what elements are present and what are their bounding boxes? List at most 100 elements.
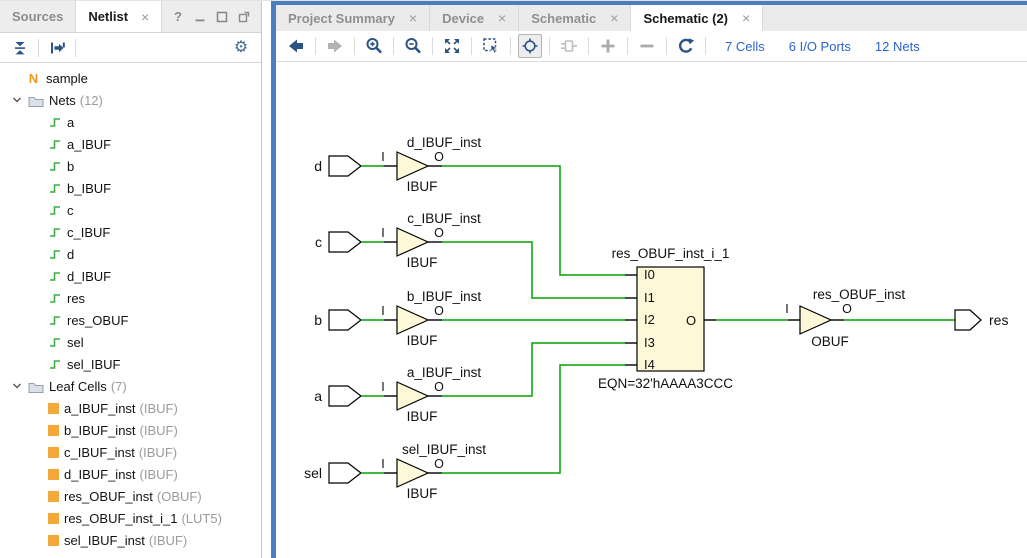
goto-selected-icon[interactable] <box>45 36 69 60</box>
schematic-canvas[interactable]: dIOd_IBUF_instIBUFcIOc_IBUF_instIBUFbIOb… <box>276 62 1027 558</box>
tree-item-leaf-cells[interactable]: Leaf Cells(7) <box>0 375 261 397</box>
tab-netlist[interactable]: Netlist× <box>75 1 162 32</box>
zoom-out-icon[interactable] <box>401 34 425 58</box>
cell-icon <box>48 513 59 524</box>
cell-icon <box>48 535 59 546</box>
tree-item-label: c_IBUF_inst <box>64 445 135 460</box>
help-icon[interactable]: ? <box>171 10 185 24</box>
pin-label-o: O <box>434 304 444 318</box>
tree-item-nets[interactable]: Nets(12) <box>0 89 261 111</box>
zoom-to-selection-icon[interactable] <box>479 34 503 58</box>
tree-item-label: d <box>67 247 74 262</box>
tree-item-sample[interactable]: Nsample <box>0 67 261 89</box>
ibuf-sel_IBUF_inst[interactable] <box>397 459 428 487</box>
chevron-down-icon[interactable] <box>10 94 23 106</box>
tree-item-label: c_IBUF <box>67 225 110 240</box>
tab-label: Device <box>442 11 484 26</box>
tab-label: Schematic <box>531 11 596 26</box>
tree-item-b-ibuf-inst[interactable]: b_IBUF_inst(IBUF) <box>0 419 261 441</box>
ibuf-a_IBUF_inst[interactable] <box>397 382 428 410</box>
tree-item-c[interactable]: c <box>0 199 261 221</box>
net-icon <box>48 269 62 283</box>
cell-icon <box>48 469 59 480</box>
close-icon[interactable]: × <box>610 10 618 26</box>
folder-icon <box>28 380 44 393</box>
settings-gear-icon[interactable]: ⚙ <box>229 36 253 60</box>
autofit-selection-icon[interactable] <box>518 34 542 58</box>
pin-label-i: I <box>381 457 384 471</box>
tab-schematic-2[interactable]: Schematic (2)× <box>631 5 763 31</box>
cell-icon <box>48 425 59 436</box>
stat-link-7-cells[interactable]: 7 Cells <box>725 39 765 54</box>
tree-item-res-obuf-inst[interactable]: res_OBUF_inst(OBUF) <box>0 485 261 507</box>
netlist-design-icon: N <box>26 71 41 86</box>
tree-item-res[interactable]: res <box>0 287 261 309</box>
remove-icon[interactable] <box>635 34 659 58</box>
tree-item-c-ibuf[interactable]: c_IBUF <box>0 221 261 243</box>
zoom-in-icon[interactable] <box>362 34 386 58</box>
net-icon <box>48 313 62 327</box>
tree-item-a-ibuf[interactable]: a_IBUF <box>0 133 261 155</box>
tree-item-sel-ibuf[interactable]: sel_IBUF <box>0 353 261 375</box>
expand-cone-icon[interactable] <box>557 34 581 58</box>
instance-label: d_IBUF_inst <box>407 135 482 150</box>
tree-item-res-obuf[interactable]: res_OBUF <box>0 309 261 331</box>
maximize-icon[interactable] <box>215 10 229 24</box>
minimize-icon[interactable] <box>193 10 207 24</box>
ibuf-c_IBUF_inst[interactable] <box>397 228 428 256</box>
stat-link-6-i-o-ports[interactable]: 6 I/O Ports <box>789 39 851 54</box>
input-port-sel[interactable] <box>329 463 361 483</box>
schematic-stats: 7 Cells 6 I/O Ports 12 Nets <box>725 39 920 54</box>
tree-item-label: a_IBUF_inst <box>64 401 136 416</box>
instance-label: a_IBUF_inst <box>407 365 482 380</box>
close-icon[interactable]: × <box>498 10 506 26</box>
tree-item-d[interactable]: d <box>0 243 261 265</box>
input-port-b[interactable] <box>329 310 361 330</box>
tree-item-b[interactable]: b <box>0 155 261 177</box>
input-port-d[interactable] <box>329 156 361 176</box>
tree-item-d-ibuf-inst[interactable]: d_IBUF_inst(IBUF) <box>0 463 261 485</box>
tree-item-label: c <box>67 203 74 218</box>
output-port-res[interactable] <box>955 310 981 330</box>
ibuf-d_IBUF_inst[interactable] <box>397 152 428 180</box>
add-icon[interactable] <box>596 34 620 58</box>
back-icon[interactable] <box>284 34 308 58</box>
celltype-label: IBUF <box>407 255 438 270</box>
input-port-a[interactable] <box>329 386 361 406</box>
tree-item-res-obuf-inst-i-1[interactable]: res_OBUF_inst_i_1(LUT5) <box>0 507 261 529</box>
close-icon[interactable]: × <box>141 9 149 25</box>
chevron-down-icon[interactable] <box>10 380 23 392</box>
lut-name-label: res_OBUF_inst_i_1 <box>612 246 730 261</box>
tree-item-sel[interactable]: sel <box>0 331 261 353</box>
toolbar-separator <box>38 39 39 57</box>
forward-icon[interactable] <box>323 34 347 58</box>
zoom-fit-icon[interactable] <box>440 34 464 58</box>
stat-link-12-nets[interactable]: 12 Nets <box>875 39 920 54</box>
input-port-c[interactable] <box>329 232 361 252</box>
tree-item-a-ibuf-inst[interactable]: a_IBUF_inst(IBUF) <box>0 397 261 419</box>
tree-item-a[interactable]: a <box>0 111 261 133</box>
tab-device[interactable]: Device × <box>430 5 519 31</box>
regenerate-icon[interactable] <box>674 34 698 58</box>
lut-pin-I3: I3 <box>644 335 655 350</box>
tree-item-d-ibuf[interactable]: d_IBUF <box>0 265 261 287</box>
tab-sources[interactable]: Sources <box>0 1 75 32</box>
tree-item-sel-ibuf-inst[interactable]: sel_IBUF_inst(IBUF) <box>0 529 261 551</box>
tab-project-summary[interactable]: Project Summary× <box>276 5 430 31</box>
chevron-glyph <box>11 380 23 392</box>
ibuf-b_IBUF_inst[interactable] <box>397 306 428 334</box>
cell-icon <box>48 491 59 502</box>
lut-pin-I2: I2 <box>644 312 655 327</box>
obuf-res_OBUF_inst[interactable] <box>800 306 831 334</box>
tree-item-c-ibuf-inst[interactable]: c_IBUF_inst(IBUF) <box>0 441 261 463</box>
close-icon[interactable]: × <box>409 10 417 26</box>
float-icon[interactable] <box>237 10 251 24</box>
tree-item-b-ibuf[interactable]: b_IBUF <box>0 177 261 199</box>
left-tabs: SourcesNetlist× <box>0 1 162 32</box>
item-count: (12) <box>80 93 103 108</box>
collapse-all-icon[interactable] <box>8 36 32 60</box>
port-label-a: a <box>314 388 322 404</box>
tab-schematic[interactable]: Schematic × <box>519 5 631 31</box>
pin-label-o: O <box>434 380 444 394</box>
close-icon[interactable]: × <box>742 10 750 26</box>
